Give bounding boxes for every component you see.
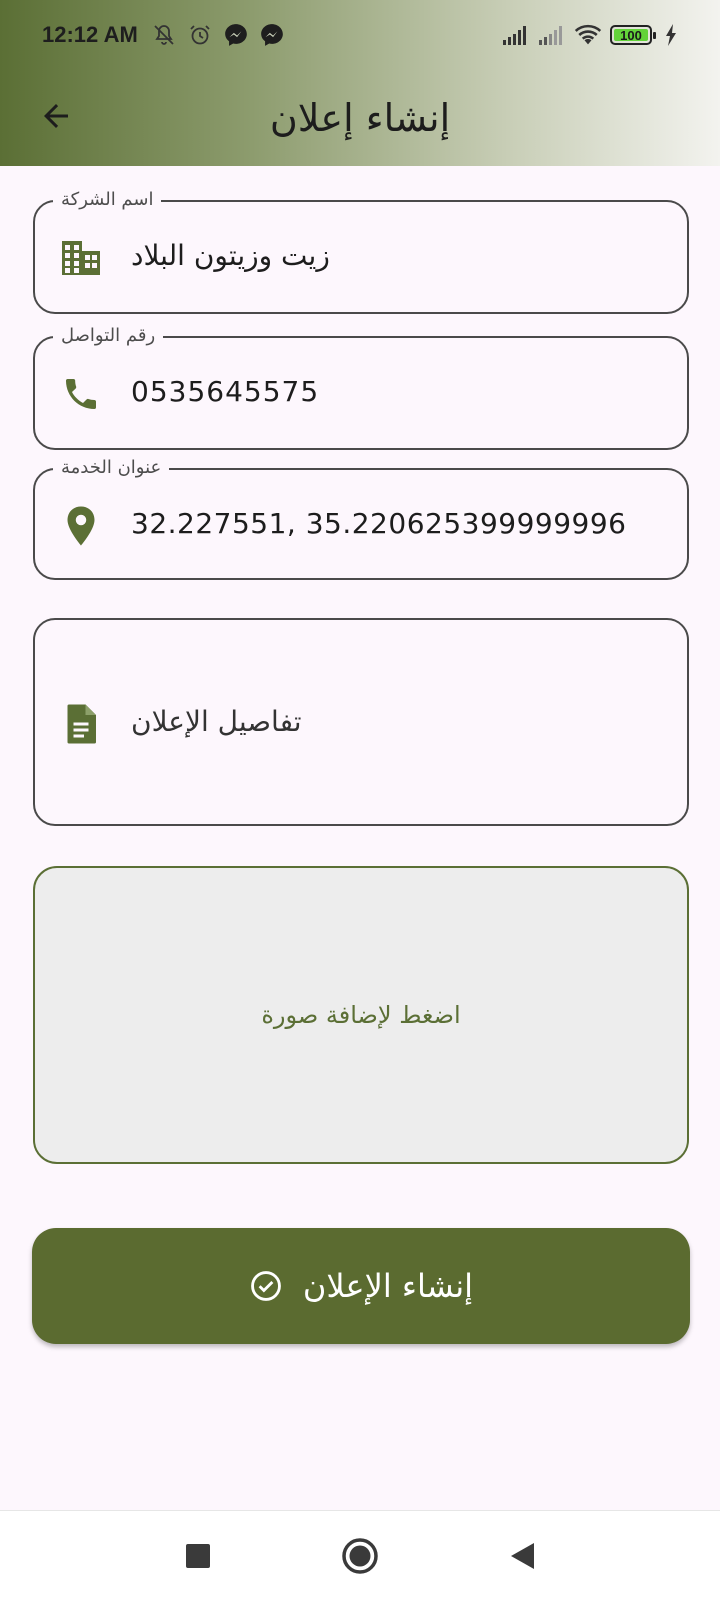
home-circle-icon[interactable] [340, 1536, 380, 1576]
page-title: إنشاء إعلان [269, 96, 451, 140]
add-image-area[interactable]: اضغط لإضافة صورة [33, 866, 689, 1164]
mute-bell-icon [150, 21, 178, 49]
service-address-label: عنوان الخدمة [53, 456, 170, 480]
alarm-icon [186, 21, 214, 49]
contact-number-field[interactable]: رقم التواصل 0535645575 [33, 324, 689, 450]
recents-square-icon[interactable] [178, 1536, 218, 1576]
ad-details-placeholder: تفاصيل الإعلان [131, 705, 302, 738]
contact-number-label: رقم التواصل [53, 324, 164, 348]
service-address-field[interactable]: عنوان الخدمة 32.227551, 35.2206253999999… [33, 456, 689, 580]
system-icons: 100 [502, 21, 678, 49]
back-triangle-icon[interactable] [502, 1536, 542, 1576]
system-nav-bar [0, 1510, 720, 1600]
app-bar: إنشاء إعلان [0, 70, 720, 166]
messenger-icon [222, 21, 250, 49]
company-name-value: زيت وزيتون البلاد [131, 239, 330, 272]
building-icon [59, 236, 103, 280]
battery-icon: 100 [610, 25, 656, 45]
messenger-icon [258, 21, 286, 49]
charging-icon [664, 21, 678, 49]
arrow-back-icon[interactable] [30, 90, 82, 142]
signal-icon [538, 21, 566, 49]
location-pin-icon [59, 504, 103, 548]
contact-number-value: 0535645575 [131, 375, 320, 408]
create-ad-label: إنشاء الإعلان [302, 1267, 474, 1305]
company-name-label: اسم الشركة [53, 188, 162, 212]
document-icon [59, 702, 103, 746]
check-circle-icon [249, 1269, 283, 1303]
status-time: 12:12 AM [42, 22, 138, 47]
notification-icons [150, 21, 286, 49]
signal-icon [502, 21, 530, 49]
create-ad-button[interactable]: إنشاء الإعلان [32, 1228, 690, 1344]
status-bar: 12:12 AM 100 [0, 0, 720, 70]
phone-icon [59, 372, 103, 416]
app-header: 12:12 AM 100 إنشاء إعلان [0, 0, 720, 166]
ad-details-field[interactable]: تفاصيل الإعلان [33, 618, 689, 826]
battery-level: 100 [620, 27, 642, 43]
wifi-icon [574, 21, 602, 49]
company-name-field[interactable]: اسم الشركة زيت وزيتون البلاد [33, 188, 689, 314]
add-image-label: اضغط لإضافة صورة [261, 1001, 461, 1029]
service-address-value: 32.227551, 35.220625399999996 [131, 507, 627, 540]
